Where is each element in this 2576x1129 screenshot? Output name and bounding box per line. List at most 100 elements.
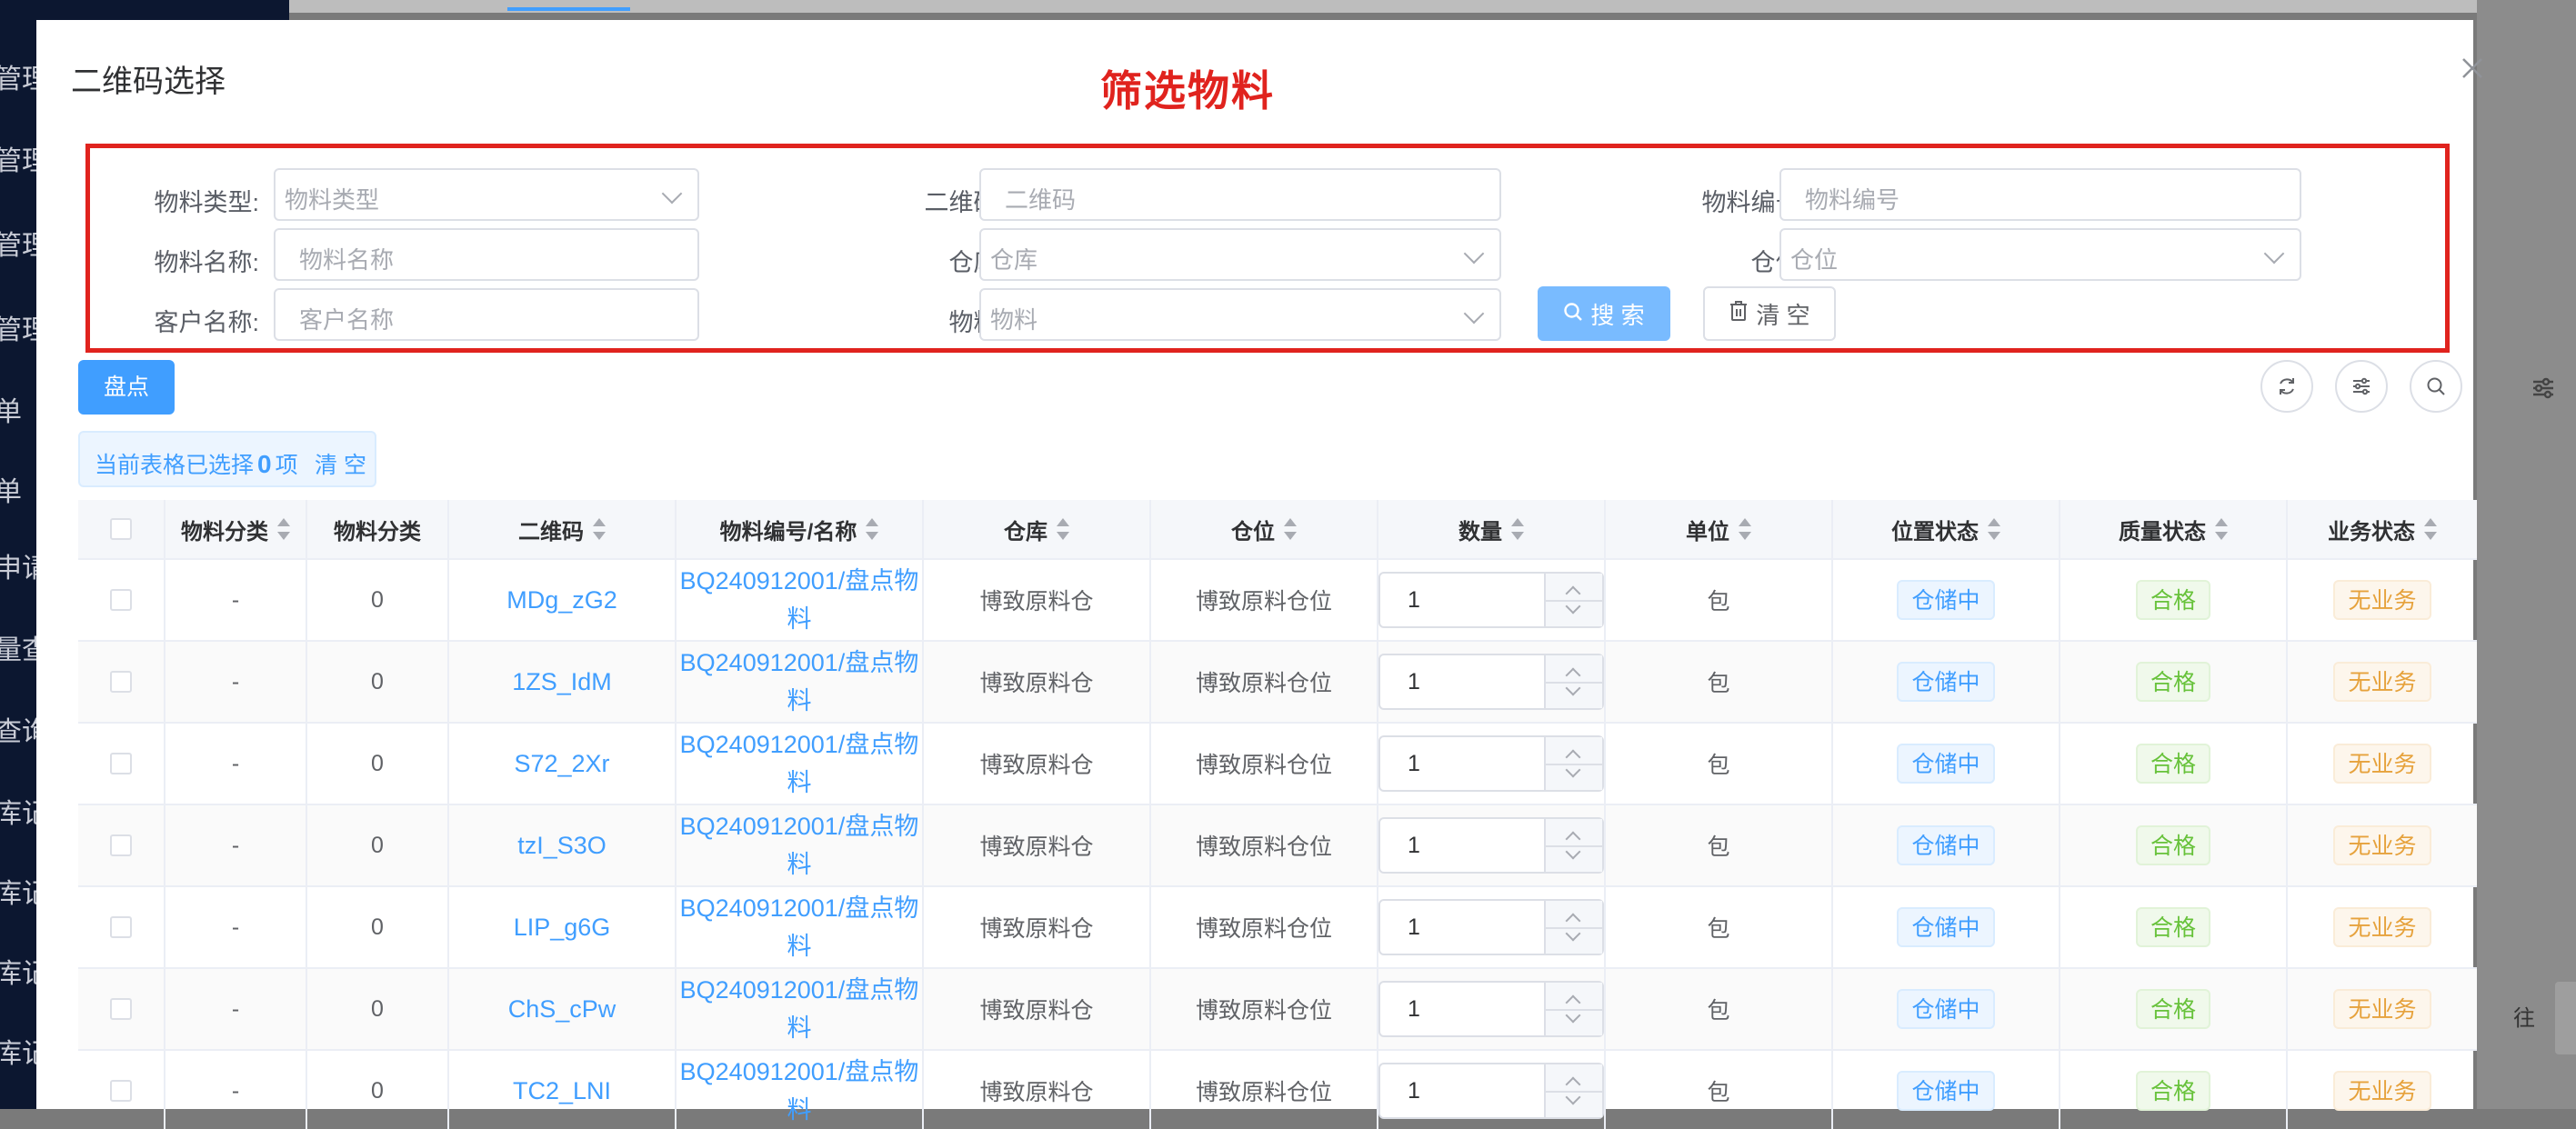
refresh-icon[interactable]	[2260, 360, 2313, 413]
row-checkbox[interactable]	[110, 916, 132, 938]
location-cell: 博致原料仓位	[1151, 642, 1378, 722]
warehouse-select[interactable]: 仓库	[979, 228, 1501, 281]
quantity-stepper[interactable]: 1	[1378, 817, 1604, 874]
qrcode-link[interactable]: ChS_cPw	[508, 990, 616, 1028]
clear-button[interactable]: 清 空	[1703, 286, 1836, 341]
unit-value: 包	[1707, 589, 1730, 614]
header-cell[interactable]: 单位	[1606, 500, 1833, 558]
header-cell: 物料分类	[307, 500, 449, 558]
table-row[interactable]: - 0 TC2_LNI BQ240912001/盘点物料 博致原料仓 博致原料仓位 1 包 仓储…	[78, 1051, 2477, 1129]
material-link[interactable]: BQ240912001/盘点物料	[680, 889, 919, 965]
unit-cell: 包	[1606, 969, 1833, 1049]
header-label: 位置状态	[1891, 519, 1979, 545]
material-link[interactable]: BQ240912001/盘点物料	[680, 562, 919, 638]
sort-caret-icon[interactable]	[1511, 516, 1524, 542]
sort-caret-icon[interactable]	[1988, 516, 2000, 542]
material-code-input[interactable]: 物料编号	[1779, 168, 2301, 221]
category-cell: 0	[307, 642, 449, 722]
row-checkbox[interactable]	[110, 753, 132, 774]
search-toggle-icon[interactable]	[2410, 360, 2462, 413]
header-cell[interactable]: 二维码	[449, 500, 677, 558]
material-link[interactable]: BQ240912001/盘点物料	[680, 971, 919, 1047]
business-status-tag: 无业务	[2333, 662, 2431, 702]
material-link-line: BQ240912001/盘点物	[679, 567, 919, 594]
quality-status-cell: 合格	[2060, 724, 2288, 804]
header-cell[interactable]: 质量状态	[2060, 500, 2288, 558]
sort-caret-icon[interactable]	[2215, 516, 2228, 542]
qrcode-link[interactable]: MDg_zG2	[506, 581, 617, 619]
row-checkbox[interactable]	[110, 834, 132, 856]
qrcode-link[interactable]: TC2_LNI	[513, 1072, 611, 1110]
stepper-controls	[1544, 901, 1602, 954]
quantity-stepper[interactable]: 1	[1378, 654, 1604, 710]
header-cell[interactable]: 业务状态	[2288, 500, 2477, 558]
header-cell[interactable]: 数量	[1378, 500, 1606, 558]
material-name-input[interactable]: 物料名称	[274, 228, 699, 281]
material-link[interactable]: BQ240912001/盘点物料	[680, 1053, 919, 1129]
select-cell	[78, 1051, 165, 1129]
warehouse-value: 博致原料仓	[979, 753, 1094, 778]
quantity-value: 1	[1408, 996, 1420, 1022]
table-row[interactable]: - 0 tzI_S3O BQ240912001/盘点物料 博致原料仓 博致原料仓位 1 包 仓储…	[78, 805, 2477, 887]
quantity-cell: 1	[1378, 805, 1606, 885]
material-link[interactable]: BQ240912001/盘点物料	[680, 807, 919, 884]
material-name-placeholder: 物料名称	[299, 246, 395, 274]
row-checkbox[interactable]	[110, 589, 132, 611]
quantity-stepper[interactable]: 1	[1378, 981, 1604, 1037]
material-type-select[interactable]: 物料类型	[274, 168, 699, 221]
qrcode-cell: tzI_S3O	[449, 805, 677, 885]
sort-caret-icon[interactable]	[593, 516, 606, 542]
table-row[interactable]: - 0 1ZS_IdM BQ240912001/盘点物料 博致原料仓 博致原料仓位 1 包 仓储…	[78, 642, 2477, 724]
search-button[interactable]: 搜 索	[1538, 286, 1670, 341]
header-cell[interactable]: 位置状态	[1833, 500, 2060, 558]
header-label: 仓位	[1231, 519, 1275, 545]
warehouse-cell: 博致原料仓	[924, 724, 1151, 804]
category-value: 0	[371, 668, 384, 694]
material-link[interactable]: BQ240912001/盘点物料	[680, 725, 919, 802]
sort-caret-icon[interactable]	[1057, 516, 1069, 542]
header-label: 质量状态	[2119, 519, 2206, 545]
select-all-checkbox[interactable]	[110, 518, 132, 540]
material-link-line: BQ240912001/盘点物	[679, 649, 919, 676]
category-cell: -	[165, 642, 307, 722]
qrcode-link[interactable]: S72_2Xr	[514, 744, 609, 783]
row-checkbox[interactable]	[110, 671, 132, 693]
table-row[interactable]: - 0 MDg_zG2 BQ240912001/盘点物料 博致原料仓 博致原料仓位 1 包 仓储…	[78, 560, 2477, 642]
selection-clear-link[interactable]: 清 空	[315, 447, 366, 480]
qrcode-link[interactable]: LIP_g6G	[514, 908, 611, 946]
header-select-all	[78, 500, 165, 558]
filter-settings-icon[interactable]	[2335, 360, 2388, 413]
sort-caret-icon[interactable]	[277, 516, 290, 542]
quantity-stepper[interactable]: 1	[1378, 899, 1604, 955]
header-cell[interactable]: 物料编号/名称	[677, 500, 924, 558]
table-row[interactable]: - 0 ChS_cPw BQ240912001/盘点物料 博致原料仓 博致原料仓位 1 包 仓储…	[78, 969, 2477, 1051]
material-select[interactable]: 物料	[979, 288, 1501, 341]
row-checkbox[interactable]	[110, 1080, 132, 1102]
quantity-stepper[interactable]: 1	[1378, 1063, 1604, 1119]
inventory-button[interactable]: 盘点	[78, 360, 175, 415]
table-row[interactable]: - 0 S72_2Xr BQ240912001/盘点物料 博致原料仓 博致原料仓位 1 包 仓储…	[78, 724, 2477, 805]
qrcode-link[interactable]: tzI_S3O	[517, 826, 606, 864]
customer-name-input[interactable]: 客户名称	[274, 288, 699, 341]
quantity-stepper[interactable]: 1	[1378, 572, 1604, 628]
dialog-title: 二维码选择	[71, 65, 226, 99]
sort-caret-icon[interactable]	[2424, 516, 2437, 542]
warehouse-cell: 博致原料仓	[924, 1051, 1151, 1129]
header-cell[interactable]: 仓位	[1151, 500, 1378, 558]
material-link[interactable]: BQ240912001/盘点物料	[680, 644, 919, 720]
sort-caret-icon[interactable]	[1739, 516, 1751, 542]
location-select[interactable]: 仓位	[1779, 228, 2301, 281]
quantity-cell: 1	[1378, 969, 1606, 1049]
quantity-stepper[interactable]: 1	[1378, 735, 1604, 792]
header-cell[interactable]: 仓库	[924, 500, 1151, 558]
close-icon[interactable]	[2457, 55, 2488, 85]
header-cell[interactable]: 物料分类	[165, 500, 307, 558]
sort-caret-icon[interactable]	[866, 516, 879, 542]
warehouse-cell: 博致原料仓	[924, 805, 1151, 885]
table-row[interactable]: - 0 LIP_g6G BQ240912001/盘点物料 博致原料仓 博致原料仓位 1 包 仓储…	[78, 887, 2477, 969]
row-checkbox[interactable]	[110, 998, 132, 1020]
qrcode-link[interactable]: 1ZS_IdM	[512, 663, 612, 701]
material-cell: BQ240912001/盘点物料	[677, 642, 924, 722]
qrcode-input[interactable]: 二维码	[979, 168, 1501, 221]
sort-caret-icon[interactable]	[1284, 516, 1297, 542]
